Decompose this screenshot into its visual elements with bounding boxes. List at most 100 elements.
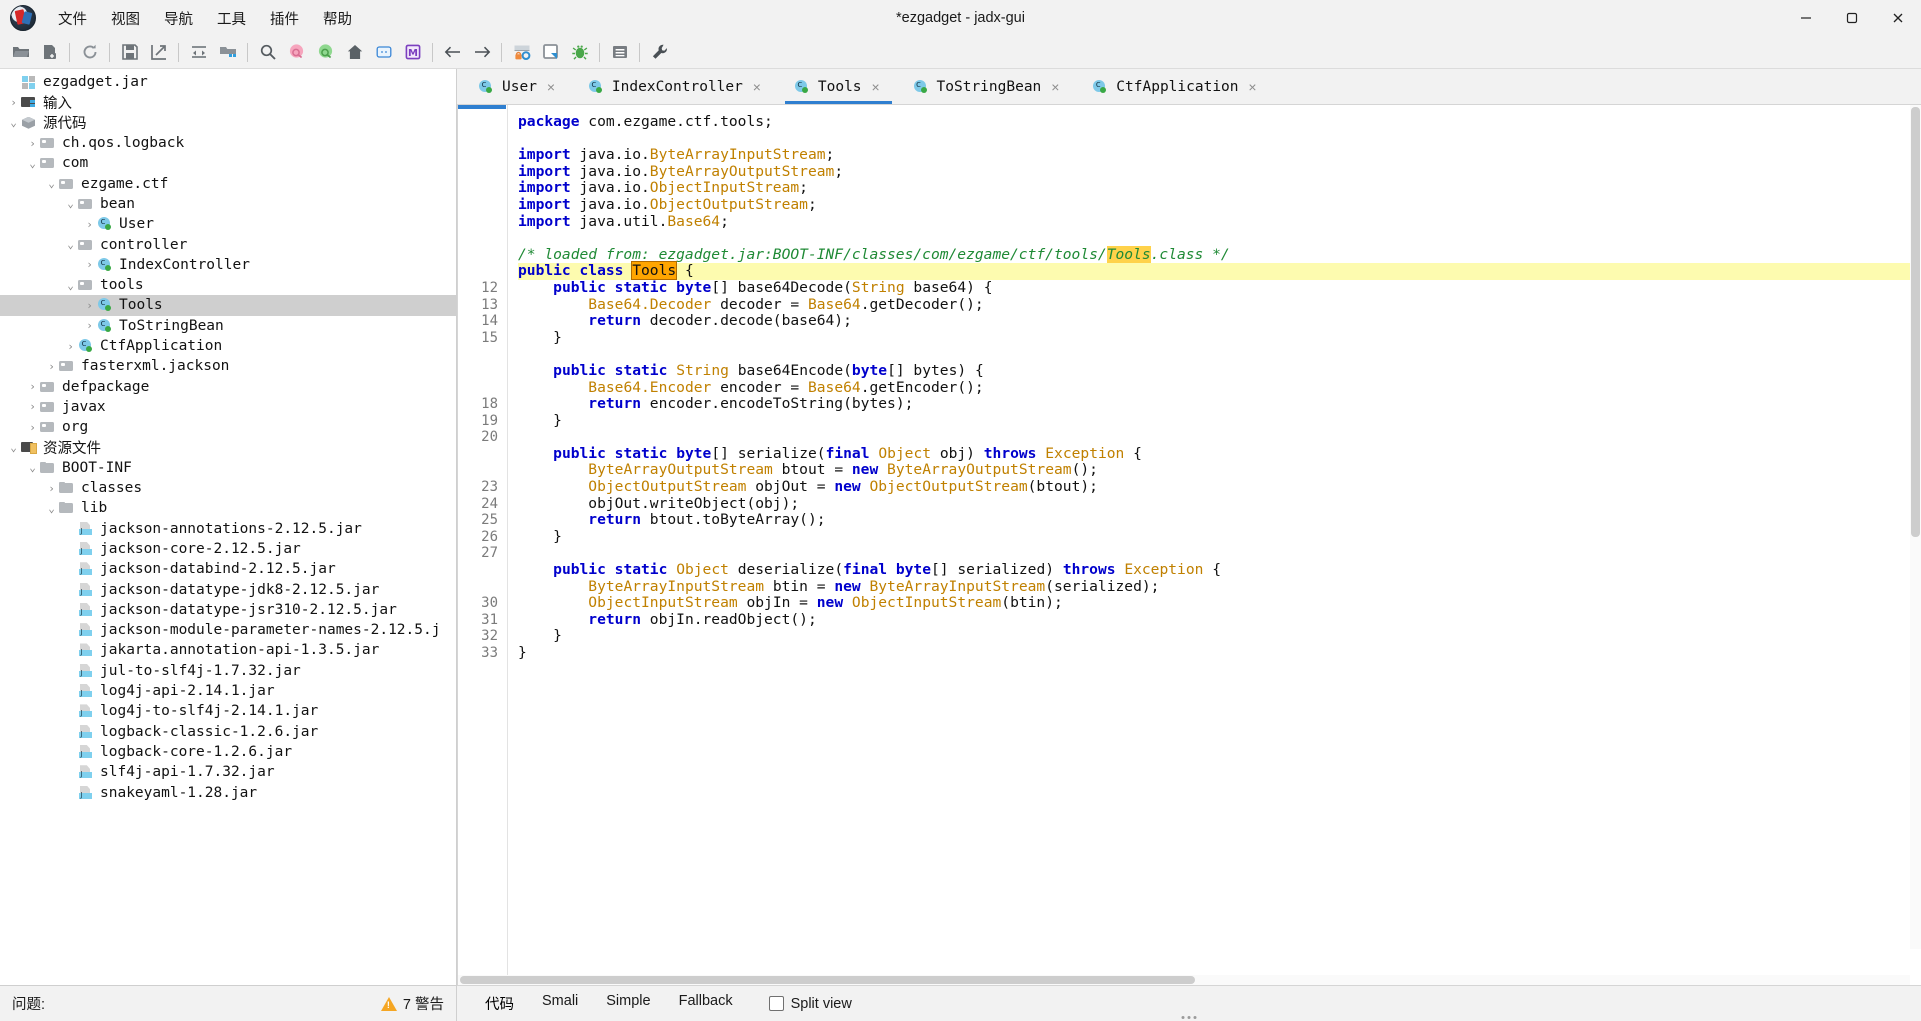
tree-item-log4j-api-2.14.1.jar[interactable]: Jlog4j-api-2.14.1.jar bbox=[0, 681, 456, 701]
back-button[interactable] bbox=[439, 39, 466, 66]
chevron-down-icon[interactable]: ⌄ bbox=[44, 503, 59, 514]
mark-button[interactable]: M bbox=[399, 39, 426, 66]
chevron-right-icon[interactable]: › bbox=[44, 361, 59, 372]
chevron-down-icon[interactable]: ⌄ bbox=[6, 117, 21, 128]
vertical-scrollbar-thumb[interactable] bbox=[1911, 107, 1920, 537]
chevron-right-icon[interactable]: › bbox=[25, 138, 40, 149]
tree-item-log4j-to-slf4j-2.14.1.jar[interactable]: Jlog4j-to-slf4j-2.14.1.jar bbox=[0, 701, 456, 721]
tree-item-jackson-databind-2.12.5.jar[interactable]: Jjackson-databind-2.12.5.jar bbox=[0, 559, 456, 579]
tree-item-ezgame.ctf[interactable]: ⌄ ezgame.ctf bbox=[0, 173, 456, 193]
horizontal-scrollbar[interactable] bbox=[458, 975, 1910, 985]
code-content[interactable]: package com.ezgame.ctf.tools; import jav… bbox=[508, 105, 1921, 985]
comments-button[interactable] bbox=[370, 39, 397, 66]
tree-item-ezgadget.jar[interactable]: ezgadget.jar bbox=[0, 72, 456, 92]
chevron-right-icon[interactable]: › bbox=[63, 341, 78, 352]
mode-smali[interactable]: Smali bbox=[528, 987, 592, 1020]
tree-item-jackson-module-parameter-names-2.12.5.j[interactable]: Jjackson-module-parameter-names-2.12.5.j bbox=[0, 620, 456, 640]
mode-code[interactable]: 代码 bbox=[471, 987, 528, 1020]
chevron-down-icon[interactable]: ⌄ bbox=[25, 462, 40, 473]
tree-item-org[interactable]: › org bbox=[0, 417, 456, 437]
close-button[interactable] bbox=[1875, 0, 1921, 36]
expand-all-button[interactable] bbox=[214, 39, 241, 66]
minimize-button[interactable] bbox=[1783, 0, 1829, 36]
menu-view[interactable]: 视图 bbox=[99, 3, 152, 34]
forward-button[interactable] bbox=[468, 39, 495, 66]
menu-file[interactable]: 文件 bbox=[46, 3, 99, 34]
deobfuscation-button[interactable] bbox=[508, 39, 535, 66]
tree-item-jul-to-slf4j-1.7.32.jar[interactable]: Jjul-to-slf4j-1.7.32.jar bbox=[0, 661, 456, 681]
horizontal-scrollbar-thumb[interactable] bbox=[460, 976, 1195, 984]
tree-item-javax[interactable]: › javax bbox=[0, 397, 456, 417]
class-search-button[interactable] bbox=[312, 39, 339, 66]
chevron-down-icon[interactable]: ⌄ bbox=[63, 198, 78, 209]
split-view-toggle[interactable]: Split view bbox=[768, 996, 852, 1012]
tree-item-ctfapplication[interactable]: › c CtfApplication bbox=[0, 336, 456, 356]
search-button[interactable] bbox=[254, 39, 281, 66]
menu-tools[interactable]: 工具 bbox=[205, 3, 258, 34]
code-view[interactable]: 12 13 14 15 18 19 20 23 24 25 26 27 30 31 32 33 package… bbox=[457, 105, 1921, 985]
tree-item-jackson-annotations-2.12.5.jar[interactable]: Jjackson-annotations-2.12.5.jar bbox=[0, 519, 456, 539]
quark-button[interactable] bbox=[537, 39, 564, 66]
log-button[interactable] bbox=[606, 39, 633, 66]
chevron-down-icon[interactable]: ⌄ bbox=[63, 280, 78, 291]
tree-item-slf4j-api-1.7.32.jar[interactable]: Jslf4j-api-1.7.32.jar bbox=[0, 762, 456, 782]
collapse-all-button[interactable] bbox=[185, 39, 212, 66]
home-button[interactable] bbox=[341, 39, 368, 66]
tree-item-[interactable]: › 输入 bbox=[0, 92, 456, 112]
chevron-right-icon[interactable]: › bbox=[82, 219, 97, 230]
menu-navigation[interactable]: 导航 bbox=[152, 3, 205, 34]
editor-tab-tostringbean[interactable]: c ToStringBean × bbox=[898, 69, 1078, 104]
tree-item-[interactable]: ⌄ 资源文件 bbox=[0, 437, 456, 457]
chevron-down-icon[interactable]: ⌄ bbox=[63, 239, 78, 250]
tree-item-jackson-datatype-jdk8-2.12.5.jar[interactable]: Jjackson-datatype-jdk8-2.12.5.jar bbox=[0, 579, 456, 599]
tree-item-controller[interactable]: ⌄ controller bbox=[0, 234, 456, 254]
mode-fallback[interactable]: Fallback bbox=[665, 987, 747, 1020]
chevron-right-icon[interactable]: › bbox=[82, 320, 97, 331]
preferences-button[interactable] bbox=[646, 39, 673, 66]
chevron-right-icon[interactable]: › bbox=[25, 422, 40, 433]
tree-item-lib[interactable]: ⌄ lib bbox=[0, 498, 456, 518]
save-button[interactable] bbox=[116, 39, 143, 66]
tree-item-fasterxml.jackson[interactable]: › fasterxml.jackson bbox=[0, 356, 456, 376]
debug-button[interactable] bbox=[566, 39, 593, 66]
tree-item-tools[interactable]: ⌄ tools bbox=[0, 275, 456, 295]
menu-help[interactable]: 帮助 bbox=[311, 3, 364, 34]
menu-plugins[interactable]: 插件 bbox=[258, 3, 311, 34]
tree-item-indexcontroller[interactable]: › c IndexController bbox=[0, 255, 456, 275]
chevron-right-icon[interactable]: › bbox=[82, 259, 97, 270]
editor-tab-user[interactable]: c User × bbox=[463, 69, 573, 104]
chevron-right-icon[interactable]: › bbox=[82, 300, 97, 311]
chevron-down-icon[interactable]: ⌄ bbox=[6, 442, 21, 453]
tree-item-jackson-datatype-jsr310-2.12.5.jar[interactable]: Jjackson-datatype-jsr310-2.12.5.jar bbox=[0, 600, 456, 620]
tree-item-[interactable]: ⌄ 源代码 bbox=[0, 113, 456, 133]
tree-item-jakarta.annotation-api-1.3.5.jar[interactable]: Jjakarta.annotation-api-1.3.5.jar bbox=[0, 640, 456, 660]
tree-item-boot-inf[interactable]: ⌄ BOOT-INF bbox=[0, 458, 456, 478]
split-grip-handle[interactable] bbox=[457, 545, 458, 579]
tree-item-tools[interactable]: › c Tools bbox=[0, 295, 456, 316]
chevron-down-icon[interactable]: ⌄ bbox=[25, 158, 40, 169]
chevron-down-icon[interactable]: ⌄ bbox=[44, 178, 59, 189]
tree-item-bean[interactable]: ⌄ bean bbox=[0, 194, 456, 214]
text-search-button[interactable] bbox=[283, 39, 310, 66]
tree-item-tostringbean[interactable]: › c ToStringBean bbox=[0, 316, 456, 336]
tree-item-jackson-core-2.12.5.jar[interactable]: Jjackson-core-2.12.5.jar bbox=[0, 539, 456, 559]
tree-item-logback-core-1.2.6.jar[interactable]: Jlogback-core-1.2.6.jar bbox=[0, 742, 456, 762]
tree-item-com[interactable]: ⌄ com bbox=[0, 153, 456, 173]
tab-close-icon[interactable]: × bbox=[750, 79, 764, 95]
reload-button[interactable] bbox=[76, 39, 103, 66]
warning-status[interactable]: 7 警告 bbox=[380, 993, 444, 1014]
tab-close-icon[interactable]: × bbox=[1246, 79, 1260, 95]
tree-item-ch.qos.logback[interactable]: › ch.qos.logback bbox=[0, 133, 456, 153]
file-tree[interactable]: ezgadget.jar › 输入 ⌄ 源代码 › ch.qos.logback ⌄ com ⌄ e… bbox=[0, 69, 456, 985]
chevron-right-icon[interactable]: › bbox=[44, 483, 59, 494]
tree-item-defpackage[interactable]: › defpackage bbox=[0, 376, 456, 396]
tab-close-icon[interactable]: × bbox=[1048, 79, 1062, 95]
tree-item-logback-classic-1.2.6.jar[interactable]: Jlogback-classic-1.2.6.jar bbox=[0, 722, 456, 742]
mode-simple[interactable]: Simple bbox=[592, 987, 664, 1020]
maximize-button[interactable] bbox=[1829, 0, 1875, 36]
tree-item-user[interactable]: › c User bbox=[0, 214, 456, 234]
chevron-right-icon[interactable]: › bbox=[25, 381, 40, 392]
editor-tab-tools[interactable]: c Tools × bbox=[779, 69, 898, 104]
editor-tab-indexcontroller[interactable]: c IndexController × bbox=[573, 69, 779, 104]
tree-item-classes[interactable]: › classes bbox=[0, 478, 456, 498]
